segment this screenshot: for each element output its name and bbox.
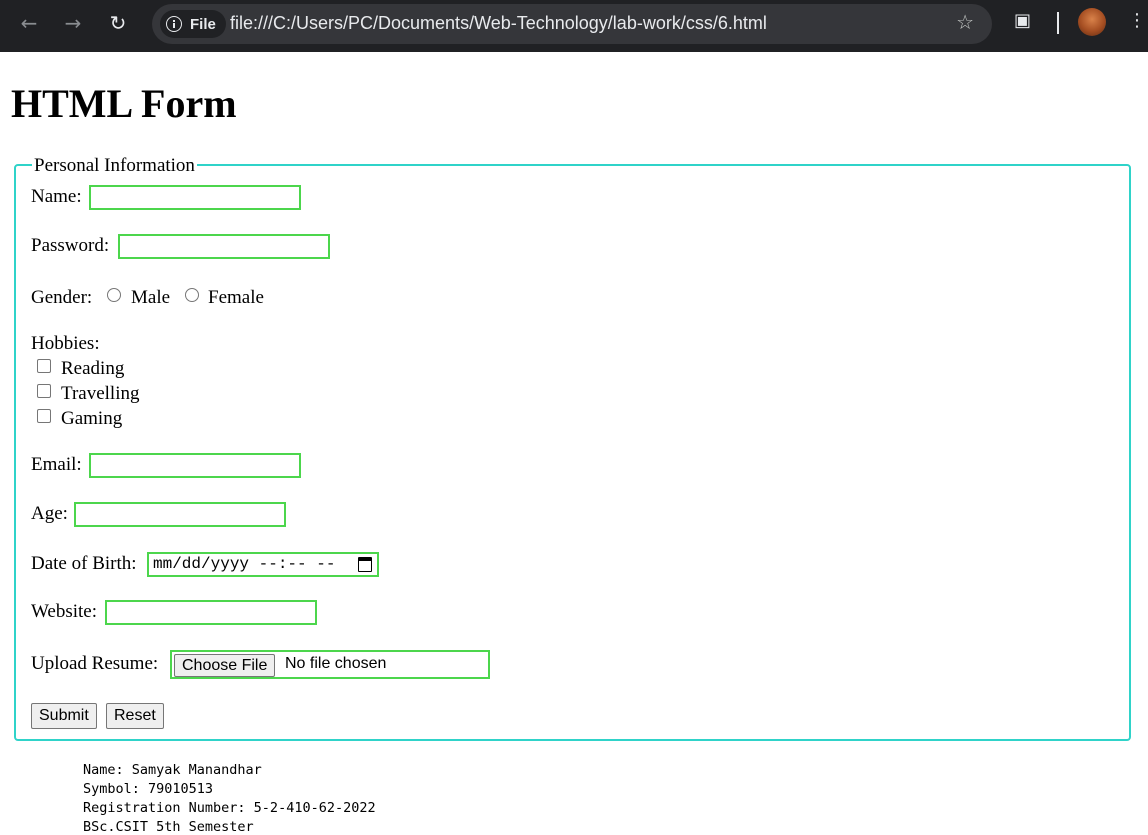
website-label: Website: (31, 601, 98, 622)
back-icon[interactable]: ← (14, 8, 44, 38)
gender-male-radio[interactable] (107, 288, 121, 302)
age-label: Age: (31, 503, 68, 524)
site-info-chip[interactable]: File (160, 10, 226, 38)
age-input[interactable] (74, 502, 286, 527)
calendar-icon[interactable] (358, 557, 372, 572)
info-icon (166, 16, 182, 32)
toolbar-divider (1057, 12, 1059, 34)
forward-icon[interactable]: → (58, 8, 88, 38)
url-text[interactable]: file:///C:/Users/PC/Documents/Web-Techno… (230, 13, 767, 34)
address-bar[interactable]: File file:///C:/Users/PC/Documents/Web-T… (152, 4, 992, 44)
program-semester-line: BSc.CSIT 5th Semester (83, 819, 254, 835)
page-title: HTML Form (11, 81, 237, 126)
choose-file-button[interactable]: Choose File (174, 654, 276, 677)
more-menu-icon[interactable]: ⋮ (1128, 10, 1146, 31)
extensions-icon[interactable]: ▣ (1014, 10, 1036, 32)
gender-label: Gender: (31, 287, 93, 308)
gender-female-label: Female (208, 287, 264, 308)
hobby-travelling-label: Travelling (61, 383, 140, 404)
student-name-line: Name: Samyak Manandhar (83, 762, 262, 778)
registration-number-line: Registration Number: 5-2-410-62-2022 (83, 800, 376, 816)
website-input[interactable] (105, 600, 317, 625)
reset-button[interactable]: Reset (106, 703, 164, 729)
gender-male-label: Male (131, 287, 171, 308)
hobby-gaming-label: Gaming (61, 408, 123, 429)
submit-button[interactable]: Submit (31, 703, 97, 729)
reload-icon[interactable]: ↻ (103, 8, 133, 38)
password-input[interactable] (118, 234, 330, 259)
hobby-gaming-checkbox[interactable] (37, 409, 51, 423)
gender-female-radio[interactable] (185, 288, 199, 302)
site-info-label: File (190, 15, 216, 33)
fieldset-legend: Personal Information (32, 155, 197, 177)
name-input[interactable] (89, 185, 301, 210)
dob-input[interactable]: mm/dd/yyyy --:-- -- (147, 552, 379, 577)
hobbies-label: Hobbies: (31, 333, 100, 354)
hobby-reading-checkbox[interactable] (37, 359, 51, 373)
student-symbol-line: Symbol: 79010513 (83, 781, 214, 797)
password-label: Password: (31, 235, 110, 256)
email-label: Email: (31, 454, 82, 475)
dob-label: Date of Birth: (31, 553, 137, 574)
dob-placeholder: mm/dd/yyyy --:-- -- (153, 555, 336, 573)
page-body: HTML Form Personal Information Name: Pas… (0, 52, 1148, 835)
resume-label: Upload Resume: (31, 653, 159, 674)
hobby-reading-label: Reading (61, 358, 125, 379)
bookmark-star-icon[interactable]: ☆ (956, 10, 974, 34)
browser-toolbar: ← → ↻ File file:///C:/Users/PC/Documents… (0, 0, 1148, 52)
file-status-text: No file chosen (285, 655, 387, 672)
hobby-travelling-checkbox[interactable] (37, 384, 51, 398)
name-label: Name: (31, 186, 82, 207)
personal-info-fieldset: Personal Information Name: Password: Gen… (14, 155, 1131, 741)
email-input[interactable] (89, 453, 301, 478)
profile-avatar[interactable] (1078, 8, 1106, 36)
resume-file-input[interactable]: Choose File No file chosen (170, 650, 490, 679)
